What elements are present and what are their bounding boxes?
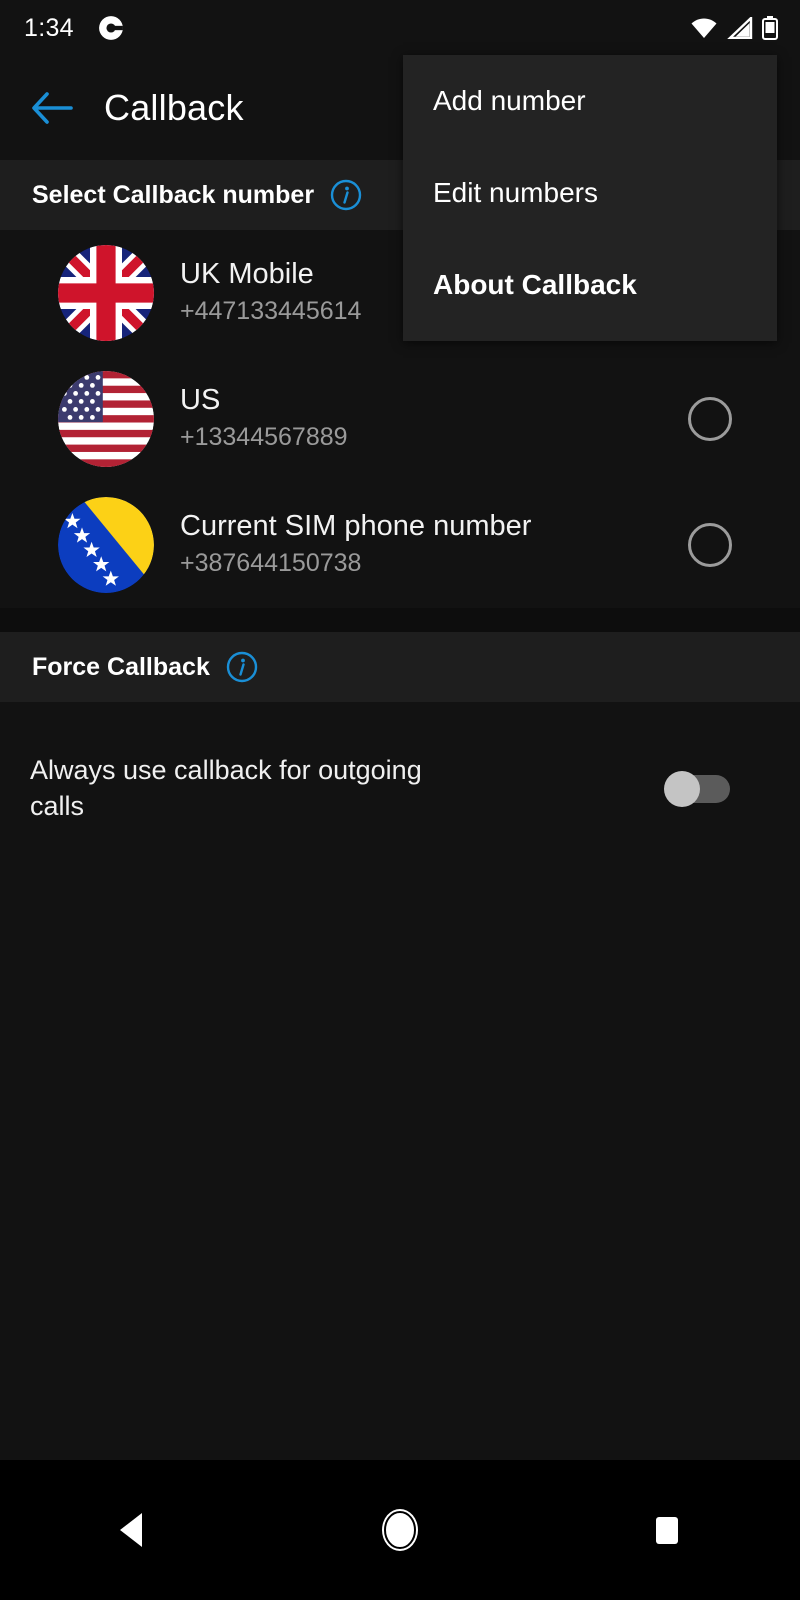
force-callback-toggle-label: Always use callback for outgoing calls bbox=[30, 754, 422, 821]
nav-back-icon bbox=[120, 1513, 143, 1547]
radio-button-us[interactable] bbox=[688, 397, 732, 441]
g-app-icon bbox=[98, 15, 124, 41]
back-arrow-icon bbox=[32, 92, 73, 124]
spacer bbox=[0, 702, 800, 728]
menu-item-about-callback[interactable]: About Callback bbox=[403, 239, 777, 331]
section-divider bbox=[0, 608, 800, 632]
list-item-number: +387644150738 bbox=[180, 549, 362, 578]
nav-back-button[interactable] bbox=[78, 1475, 188, 1585]
bosnia-flag-icon bbox=[58, 497, 154, 593]
force-callback-toggle[interactable] bbox=[664, 771, 730, 807]
uk-flag-icon bbox=[58, 245, 154, 341]
nav-home-icon bbox=[381, 1509, 418, 1551]
select-callback-header-label: Select Callback number bbox=[32, 180, 315, 209]
system-navigation-bar bbox=[0, 1460, 800, 1600]
cell-signal-icon bbox=[727, 17, 753, 39]
list-item-number: +13344567889 bbox=[180, 423, 348, 452]
list-item[interactable]: US +13344567889 bbox=[0, 356, 800, 482]
force-callback-section-header: Force Callback bbox=[0, 632, 800, 702]
info-circle-icon[interactable] bbox=[330, 179, 362, 211]
us-flag-icon bbox=[58, 371, 154, 467]
battery-icon bbox=[762, 16, 778, 40]
page-title: Callback bbox=[104, 87, 244, 128]
toggle-thumb bbox=[664, 771, 700, 807]
nav-home-button[interactable] bbox=[345, 1475, 455, 1585]
list-item-text: Current SIM phone number +387644150738 bbox=[180, 510, 688, 580]
list-item-text: US +13344567889 bbox=[180, 384, 688, 454]
back-button[interactable] bbox=[22, 78, 82, 138]
menu-item-add-number[interactable]: Add number bbox=[403, 55, 777, 147]
status-bar-icons bbox=[690, 16, 778, 40]
list-item[interactable]: Current SIM phone number +387644150738 bbox=[0, 482, 800, 608]
menu-item-label: Edit numbers bbox=[433, 177, 598, 208]
nav-recents-icon bbox=[655, 1517, 678, 1544]
menu-item-edit-numbers[interactable]: Edit numbers bbox=[403, 147, 777, 239]
radio-button-current-sim[interactable] bbox=[688, 523, 732, 567]
menu-item-label: Add number bbox=[433, 85, 586, 116]
status-bar: 1:34 bbox=[0, 0, 800, 56]
force-callback-header-label: Force Callback bbox=[32, 652, 210, 681]
wifi-full-icon bbox=[691, 18, 717, 38]
list-item-title: US bbox=[180, 384, 221, 417]
info-circle-icon[interactable] bbox=[226, 651, 258, 683]
nav-recents-button[interactable] bbox=[612, 1475, 722, 1585]
menu-item-label: About Callback bbox=[433, 269, 637, 300]
overflow-menu[interactable]: Add number Edit numbers About Callback bbox=[403, 55, 777, 341]
list-item-title: Current SIM phone number bbox=[180, 510, 532, 543]
force-callback-toggle-row[interactable]: Always use callback for outgoing calls bbox=[0, 728, 800, 848]
status-bar-clock: 1:34 bbox=[24, 13, 74, 42]
phone-screen: 1:34 Callback Select Callback number UK … bbox=[0, 0, 800, 1600]
